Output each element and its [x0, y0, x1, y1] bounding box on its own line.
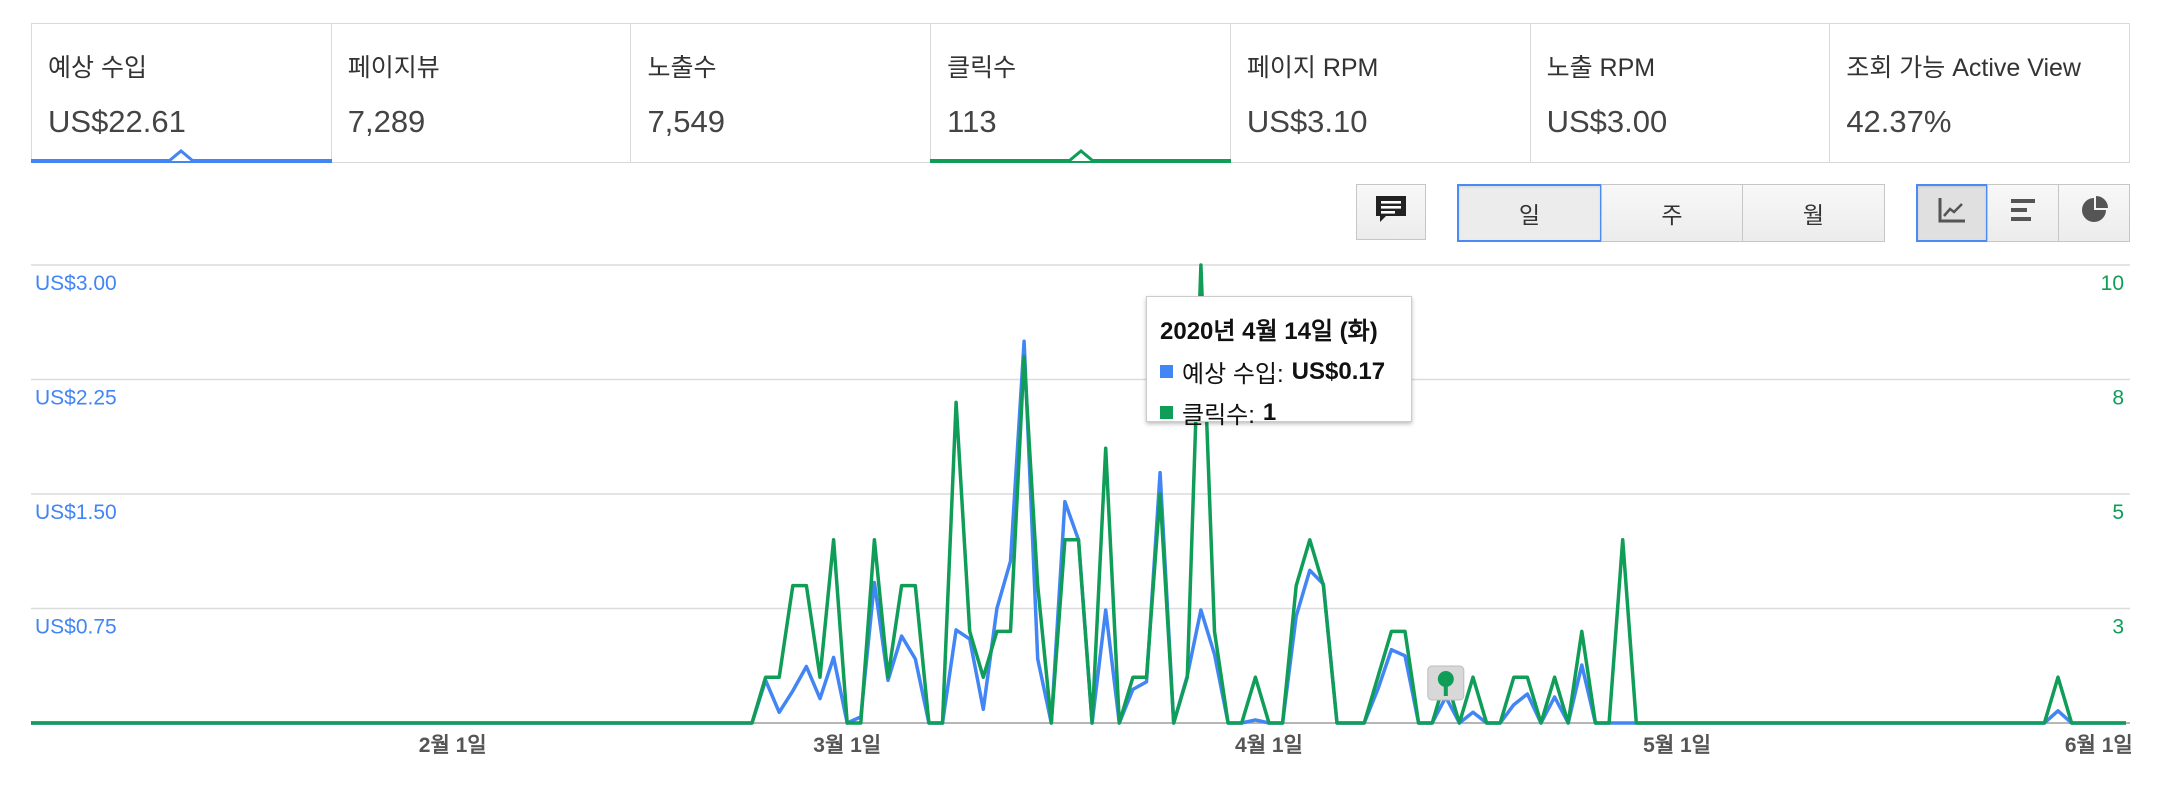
tooltip-row-earnings: 예상 수입: US$0.17: [1160, 354, 1411, 389]
right-axis-tick-label: 3: [2112, 616, 2124, 639]
x-axis-tick-label: 3월 1일: [813, 734, 881, 757]
chart-area: US$3.00 US$2.25 US$1.50 US$0.75 10 8 5 3 2월 1일 3월…: [0, 0, 2174, 796]
tooltip-clicks-value: 1: [1262, 398, 1277, 426]
tooltip-clicks-swatch: [1160, 406, 1173, 419]
x-axis-tick-label: 6월 1일: [2065, 734, 2133, 757]
left-axis-tick-label: US$2.25: [35, 387, 117, 410]
tooltip-clicks-label: 클릭수:: [1182, 402, 1255, 429]
tooltip-earnings-label: 예상 수입:: [1182, 361, 1284, 388]
earnings-series-line: [31, 339, 2126, 725]
annotation-pin-stem: [1443, 684, 1448, 696]
right-axis-tick-label: 10: [2101, 272, 2124, 295]
line-chart[interactable]: US$3.00 US$2.25 US$1.50 US$0.75 10 8 5 3 2월 1일 3월…: [0, 0, 2174, 796]
x-axis-tick-label: 5월 1일: [1643, 734, 1711, 757]
x-axis-tick-label: 2월 1일: [419, 734, 487, 757]
right-axis-tick-label: 5: [2112, 501, 2124, 524]
left-axis-tick-label: US$3.00: [35, 272, 117, 295]
x-axis-tick-label: 4월 1일: [1235, 734, 1303, 757]
right-axis-tick-label: 8: [2112, 387, 2124, 410]
tooltip-earnings-swatch: [1160, 365, 1173, 378]
left-axis-tick-label: US$0.75: [35, 616, 117, 639]
left-axis-tick-label: US$1.50: [35, 501, 117, 524]
tooltip-earnings-value: US$0.17: [1291, 357, 1386, 385]
tooltip-date: 2020년 4월 14일 (화): [1160, 318, 1378, 345]
chart-tooltip: 2020년 4월 14일 (화) 예상 수입: US$0.17 클릭수: 1: [1146, 296, 1412, 429]
tooltip-row-clicks: 클릭수: 1: [1160, 395, 1411, 430]
